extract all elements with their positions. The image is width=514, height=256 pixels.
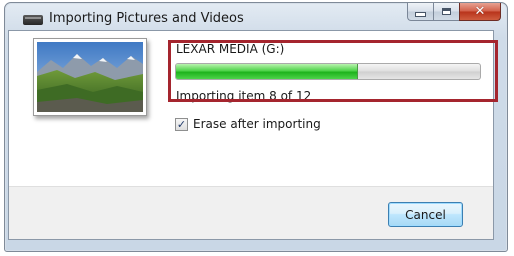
- cancel-button[interactable]: Cancel: [388, 202, 463, 227]
- progress-bar-fill: [176, 64, 359, 79]
- minimize-icon: [415, 12, 426, 17]
- erase-after-importing-option[interactable]: ✓ Erase after importing: [175, 117, 321, 131]
- maximize-button[interactable]: [433, 3, 459, 21]
- title-bar[interactable]: Importing Pictures and Videos ✕: [5, 3, 507, 33]
- erase-after-importing-checkbox[interactable]: ✓: [175, 117, 188, 131]
- landscape-photo-image: [37, 42, 143, 112]
- camera-import-icon: [23, 15, 43, 25]
- device-name-label: LEXAR MEDIA (G:): [176, 42, 285, 56]
- preview-thumbnail: [33, 38, 147, 116]
- maximize-icon: [442, 8, 451, 15]
- minimize-button[interactable]: [407, 3, 433, 21]
- close-button[interactable]: ✕: [459, 3, 501, 21]
- window-controls: ✕: [407, 3, 501, 23]
- import-status-text: Importing item 8 of 12: [176, 89, 312, 103]
- import-progress-bar: [175, 63, 481, 80]
- close-icon: ✕: [474, 4, 486, 19]
- erase-after-importing-label: Erase after importing: [193, 117, 321, 131]
- window-title: Importing Pictures and Videos: [49, 11, 244, 26]
